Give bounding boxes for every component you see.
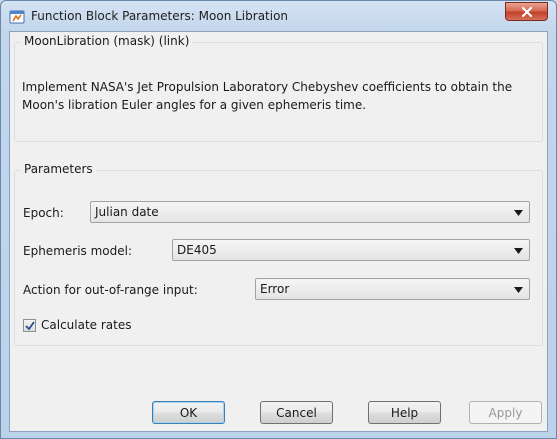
dialog-body: MoonLibration (mask) (link) Implement NA… — [9, 31, 548, 432]
simulink-block-icon — [9, 9, 25, 25]
close-button[interactable] — [505, 2, 548, 21]
calculate-rates-checkbox[interactable] — [23, 319, 36, 332]
mask-group-label: MoonLibration (mask) (link) — [21, 34, 193, 48]
epoch-label: Epoch: — [23, 206, 64, 220]
help-button[interactable]: Help — [368, 401, 441, 424]
out-of-range-label: Action for out-of-range input: — [23, 283, 198, 297]
epoch-value: Julian date — [95, 205, 159, 219]
checkmark-icon — [25, 321, 35, 331]
close-icon — [521, 6, 532, 17]
title-bar[interactable]: Function Block Parameters: Moon Libratio… — [1, 1, 556, 31]
ephemeris-model-value: DE405 — [177, 243, 217, 257]
chevron-down-icon — [514, 210, 523, 216]
ephemeris-model-label: Ephemeris model: — [23, 244, 133, 258]
chevron-down-icon — [514, 287, 523, 293]
cancel-button[interactable]: Cancel — [260, 401, 333, 424]
calculate-rates-label[interactable]: Calculate rates — [41, 318, 132, 332]
window-title: Function Block Parameters: Moon Libratio… — [31, 9, 289, 23]
parameters-group-label: Parameters — [21, 162, 96, 176]
out-of-range-value: Error — [260, 282, 290, 296]
epoch-dropdown[interactable]: Julian date — [90, 201, 530, 223]
ok-button[interactable]: OK — [152, 401, 225, 424]
chevron-down-icon — [514, 248, 523, 254]
out-of-range-dropdown[interactable]: Error — [255, 278, 530, 300]
dialog-window: Function Block Parameters: Moon Libratio… — [0, 0, 557, 439]
ephemeris-model-dropdown[interactable]: DE405 — [172, 239, 530, 261]
apply-button[interactable]: Apply — [469, 401, 542, 424]
mask-description: Implement NASA's Jet Propulsion Laborato… — [22, 80, 513, 112]
